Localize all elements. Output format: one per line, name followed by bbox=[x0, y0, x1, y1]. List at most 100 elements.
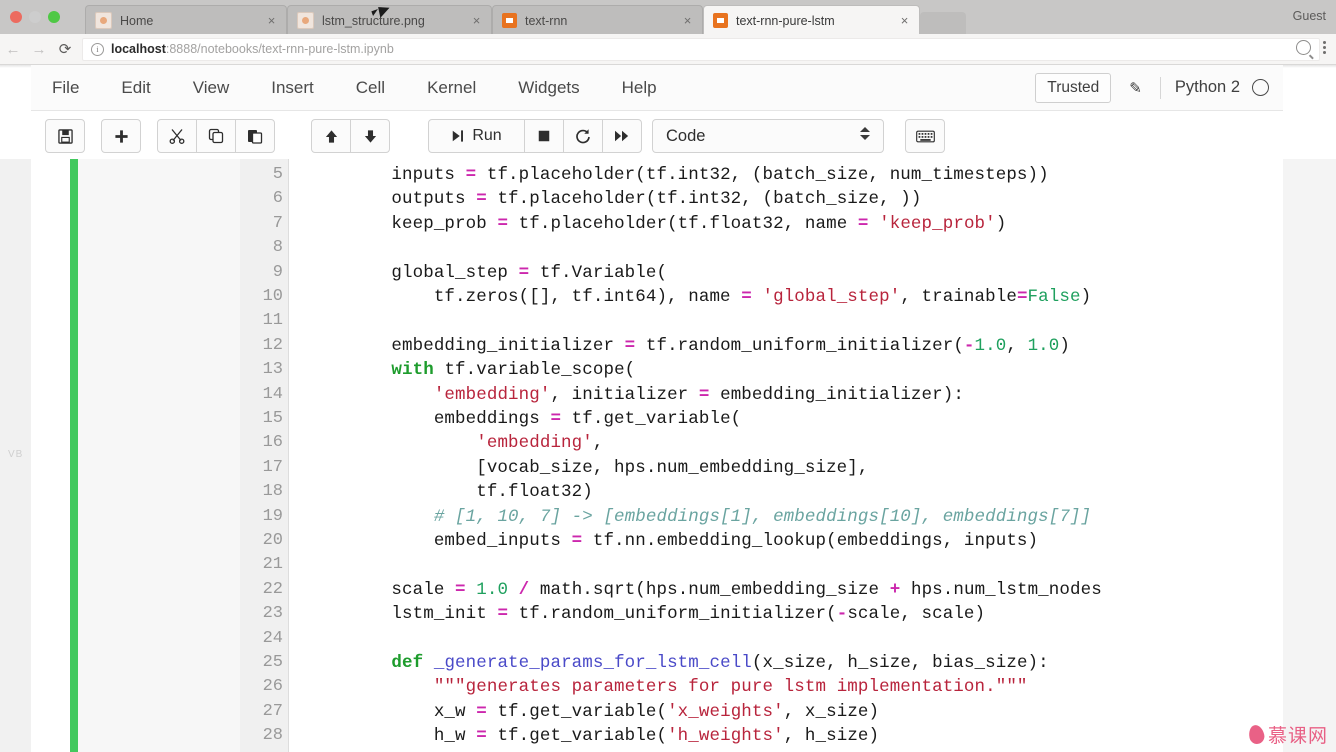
menu-file[interactable]: File bbox=[31, 65, 100, 110]
open-command-palette-button[interactable] bbox=[905, 119, 945, 153]
address-bar[interactable]: i localhost:8888/notebooks/text-rnn-pure… bbox=[82, 37, 1320, 61]
code-cell[interactable]: 5 6 7 8 9 10 11 12 13 14 15 16 17 18 19 20 21 22 23 24 25 26 2… bbox=[78, 159, 1268, 752]
code-line: tf.float32) bbox=[349, 482, 593, 503]
line-number: 26 bbox=[262, 677, 283, 697]
restart-circular-arrow-icon bbox=[576, 129, 590, 144]
back-button[interactable]: ← bbox=[0, 41, 26, 58]
line-number: 11 bbox=[262, 311, 283, 331]
cut-cells-button[interactable] bbox=[157, 119, 197, 153]
copy-cells-button[interactable] bbox=[196, 119, 236, 153]
site-info-icon[interactable]: i bbox=[91, 42, 104, 56]
toolbar-group-run: Run bbox=[428, 119, 642, 153]
move-cell-down-button[interactable] bbox=[350, 119, 390, 153]
jupyter-toolbar: Run Code bbox=[31, 111, 1283, 160]
code-line: h_w = tf.get_variable('h_weights', h_siz… bbox=[349, 726, 880, 747]
line-number: 23 bbox=[262, 604, 283, 624]
save-button[interactable] bbox=[45, 119, 85, 153]
browser-window: Home × lstm_structure.png × text-rnn × t… bbox=[0, 0, 1336, 752]
browser-tab-home[interactable]: Home × bbox=[85, 5, 287, 35]
kernel-idle-indicator-icon[interactable] bbox=[1252, 79, 1269, 96]
browser-tab-text-rnn[interactable]: text-rnn × bbox=[492, 5, 703, 35]
arrow-up-icon bbox=[325, 129, 337, 143]
menu-kernel[interactable]: Kernel bbox=[406, 65, 497, 110]
run-icon bbox=[453, 130, 464, 142]
image-favicon-icon bbox=[502, 13, 517, 28]
close-tab-icon[interactable]: × bbox=[470, 14, 483, 27]
line-number: 29 bbox=[263, 749, 283, 752]
address-bar-path: :8888/notebooks/text-rnn-pure-lstm.ipynb bbox=[165, 42, 394, 56]
code-line: global_step = tf.Variable( bbox=[349, 262, 668, 283]
code-line: x_w = tf.get_variable('x_weights', x_siz… bbox=[349, 701, 880, 722]
code-line: [vocab_size, hps.num_embedding_size], bbox=[349, 457, 869, 478]
notebook-body: VB 5 6 7 8 9 10 11 12 13 14 15 16 17 18 19 20 21 22 23 24 25… bbox=[0, 159, 1336, 752]
minimize-window-button[interactable] bbox=[29, 11, 41, 23]
close-tab-icon[interactable]: × bbox=[898, 14, 911, 27]
image-favicon-icon bbox=[713, 13, 728, 28]
restart-kernel-button[interactable] bbox=[563, 119, 603, 153]
line-number: 9 bbox=[272, 262, 283, 282]
forward-button[interactable]: → bbox=[26, 41, 52, 58]
page-scrollbar-track[interactable] bbox=[1283, 159, 1336, 752]
browser-menu-icon[interactable] bbox=[1323, 41, 1326, 54]
search-icon[interactable] bbox=[1296, 40, 1311, 55]
interrupt-kernel-button[interactable] bbox=[524, 119, 564, 153]
code-line: keep_prob = tf.placeholder(tf.float32, n… bbox=[349, 213, 1007, 234]
code-line: tf.zeros([], tf.int64), name = 'global_s… bbox=[349, 287, 1092, 307]
code-line: 'embedding', initializer = embedding_ini… bbox=[433, 384, 964, 405]
menu-edit[interactable]: Edit bbox=[100, 65, 171, 110]
jupyter-favicon-icon bbox=[95, 12, 112, 29]
toolbar-group-shortcuts bbox=[905, 119, 945, 153]
line-number: 13 bbox=[262, 360, 283, 380]
new-tab-button[interactable] bbox=[920, 12, 966, 34]
kernel-name-label: Python 2 bbox=[1174, 78, 1240, 96]
restart-and-run-all-button[interactable] bbox=[602, 119, 642, 153]
trusted-badge[interactable]: Trusted bbox=[1035, 72, 1112, 103]
run-cell-button[interactable]: Run bbox=[428, 119, 525, 153]
browser-tab-text-rnn-pure-lstm[interactable]: text-rnn-pure-lstm × bbox=[703, 5, 920, 35]
line-number: 24 bbox=[262, 628, 283, 648]
chevron-updown-icon bbox=[860, 127, 870, 140]
code-line: with tf.variable_scope( bbox=[391, 360, 636, 381]
code-line: inputs = tf.placeholder(tf.int32, (batch… bbox=[349, 165, 1049, 185]
menu-cell[interactable]: Cell bbox=[335, 65, 406, 110]
cell-type-value: Code bbox=[666, 126, 706, 145]
edit-pencil-icon[interactable]: ✎ bbox=[1129, 79, 1142, 97]
close-tab-icon[interactable]: × bbox=[265, 14, 278, 27]
copy-icon bbox=[208, 128, 224, 144]
plus-icon bbox=[114, 129, 128, 143]
code-line: b = tf.get_variable('biases', bias_size bbox=[349, 749, 847, 752]
address-bar-url: localhost:8888/notebooks/text-rnn-pure-l… bbox=[111, 42, 394, 56]
browser-toolbar-actions bbox=[1296, 40, 1326, 55]
jupyter-favicon-icon bbox=[297, 12, 314, 29]
maximize-window-button[interactable] bbox=[48, 11, 60, 23]
toolbar-group-move bbox=[311, 119, 390, 153]
menu-widgets[interactable]: Widgets bbox=[497, 65, 600, 110]
code-text-area[interactable]: inputs = tf.placeholder(tf.int32, (batch… bbox=[289, 159, 1267, 752]
scissors-icon bbox=[169, 129, 185, 144]
close-tab-icon[interactable]: × bbox=[681, 14, 694, 27]
menu-help[interactable]: Help bbox=[601, 65, 678, 110]
guest-profile-label[interactable]: Guest bbox=[1293, 9, 1326, 23]
jupyter-notebook-page: File Edit View Insert Cell Kernel Widget… bbox=[0, 65, 1336, 752]
line-number: 6 bbox=[272, 189, 283, 209]
code-line: 'embedding', bbox=[476, 433, 604, 454]
menu-view[interactable]: View bbox=[172, 65, 251, 110]
jupyter-menubar: File Edit View Insert Cell Kernel Widget… bbox=[31, 65, 1283, 111]
insert-cell-below-button[interactable] bbox=[101, 119, 141, 153]
move-cell-up-button[interactable] bbox=[311, 119, 351, 153]
line-number: 8 bbox=[272, 238, 283, 258]
imooc-watermark: 慕课网 bbox=[1247, 721, 1328, 748]
close-window-button[interactable] bbox=[10, 11, 22, 23]
reload-button[interactable]: ⟳ bbox=[52, 40, 78, 58]
line-number: 17 bbox=[262, 457, 283, 477]
paste-cells-button[interactable] bbox=[235, 119, 275, 153]
line-number: 25 bbox=[262, 653, 283, 672]
code-line: lstm_init = tf.random_uniform_initialize… bbox=[349, 604, 986, 625]
cell-type-select[interactable]: Code bbox=[652, 119, 884, 153]
codemirror-editor[interactable]: 5 6 7 8 9 10 11 12 13 14 15 16 17 18 19 20 21 22 23 24 25 26 2… bbox=[78, 159, 1267, 752]
line-number: 22 bbox=[262, 579, 283, 599]
code-line: embedding_initializer = tf.random_unifor… bbox=[349, 335, 1070, 356]
fast-forward-icon bbox=[615, 130, 629, 142]
menu-insert[interactable]: Insert bbox=[250, 65, 335, 110]
line-number: 27 bbox=[262, 701, 283, 721]
